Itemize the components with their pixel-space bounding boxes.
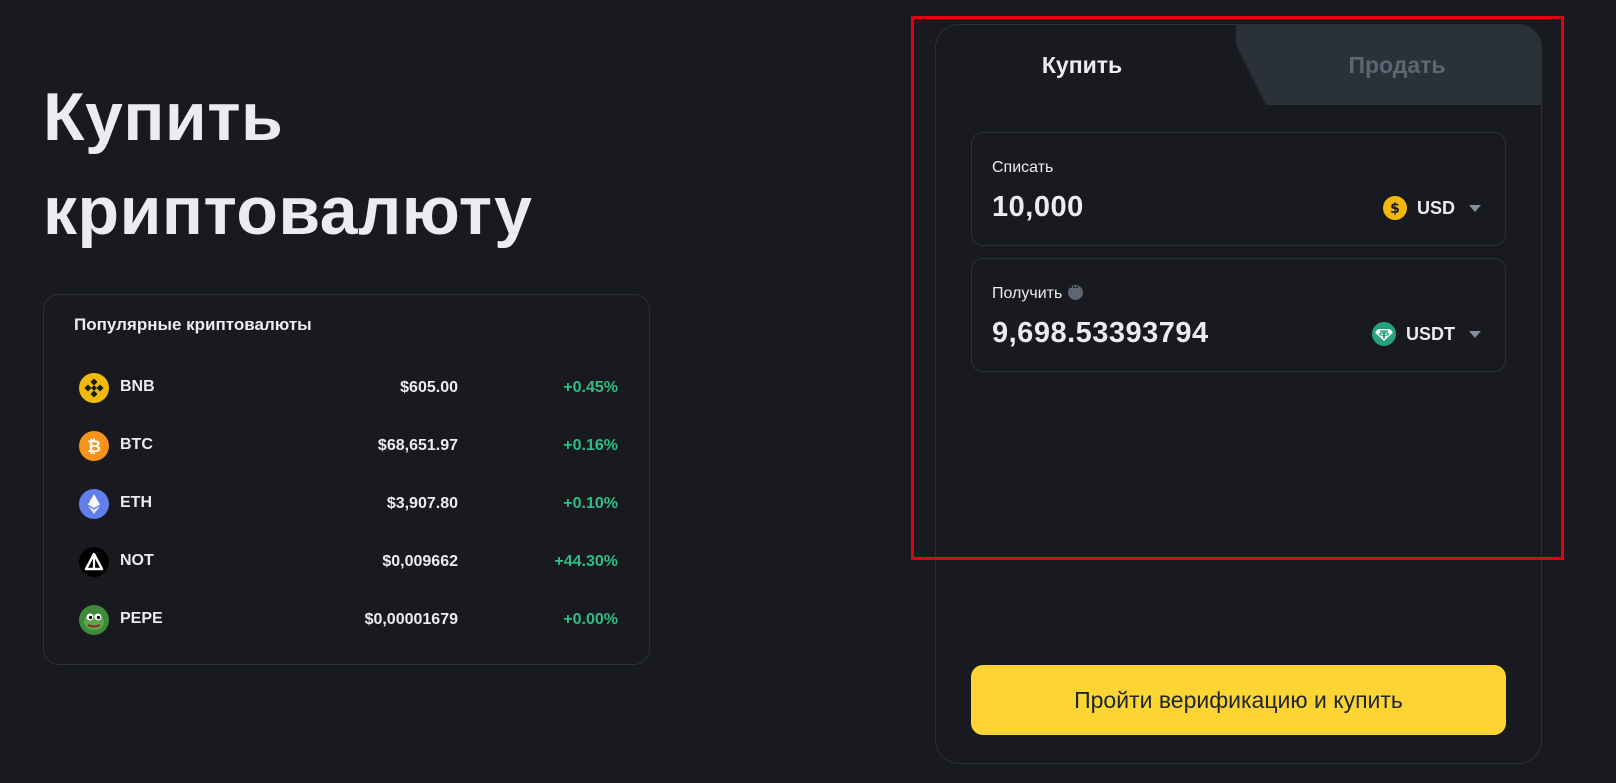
receive-label-text: Получить [992,285,1063,302]
chevron-down-icon [1469,204,1481,212]
tab-sell[interactable]: Продать [1251,52,1541,82]
coin-price: $0,009662 [382,553,458,570]
receive-currency-selector[interactable]: USDT [1372,321,1481,347]
coin-symbol: BNB [120,378,155,395]
spend-currency-code: USD [1416,197,1455,218]
page-title: Купить криптовалюту [43,70,743,258]
bnb-icon [79,373,109,403]
not-icon [79,547,109,577]
receive-amount-input[interactable]: 9,698.53393794 [992,317,1209,350]
pepe-icon [79,605,109,635]
eth-icon [79,489,109,519]
tab-buy[interactable]: Купить [936,52,1228,82]
trade-card: Купить Продать Списать 10,000 $ USD Полу… [935,24,1542,764]
coin-symbol: NOT [120,552,154,569]
popular-crypto-title: Популярные криптовалюты [74,315,312,334]
coin-row-btc[interactable]: ₿ BTC $68,651.97 +0.16% [44,429,651,463]
coin-row-not[interactable]: NOT $0,009662 +44.30% [44,545,651,579]
coin-symbol: PEPE [120,610,163,627]
spend-currency-selector[interactable]: $ USD [1382,195,1481,221]
coin-row-bnb[interactable]: BNB $605.00 +0.45% [44,371,651,405]
coin-change: +0.16% [563,437,618,454]
coin-price: $0,00001679 [364,611,458,628]
coin-change: +44.30% [554,553,618,570]
chevron-down-icon [1469,330,1481,338]
coin-price: $605.00 [400,379,458,396]
coin-symbol: BTC [120,436,153,453]
info-icon[interactable] [1068,280,1084,301]
receive-field[interactable]: Получить 9,698.53393794 USDT [971,258,1506,372]
coin-row-pepe[interactable]: PEPE $0,00001679 +0.00% [44,603,651,637]
coin-change: +0.00% [563,611,618,628]
svg-text:₿: ₿ [87,437,101,457]
btc-icon: ₿ [79,431,109,461]
spend-amount-input[interactable]: 10,000 [992,191,1084,224]
spend-label: Списать [992,159,1054,176]
coin-change: +0.45% [563,379,618,396]
page-title-line-2: криптовалюту [43,173,533,249]
receive-currency-code: USDT [1406,323,1455,344]
usdt-icon [1372,322,1396,346]
verify-and-buy-button[interactable]: Пройти верификацию и купить [971,665,1506,735]
coin-price: $68,651.97 [377,437,458,454]
coin-price: $3,907.80 [386,495,458,512]
page: Купить криптовалюту Популярные криптовал… [0,0,1616,783]
svg-text:$: $ [1390,201,1400,217]
page-title-line-1: Купить [43,79,284,155]
receive-label: Получить [992,280,1084,303]
coin-row-eth[interactable]: ETH $3,907.80 +0.10% [44,487,651,521]
coin-change: +0.10% [563,495,618,512]
usd-icon: $ [1382,196,1407,220]
popular-crypto-panel: Популярные криптовалюты BNB $605.00 +0.4… [43,294,650,665]
coin-symbol: ETH [120,494,152,511]
spend-field[interactable]: Списать 10,000 $ USD [971,132,1506,246]
